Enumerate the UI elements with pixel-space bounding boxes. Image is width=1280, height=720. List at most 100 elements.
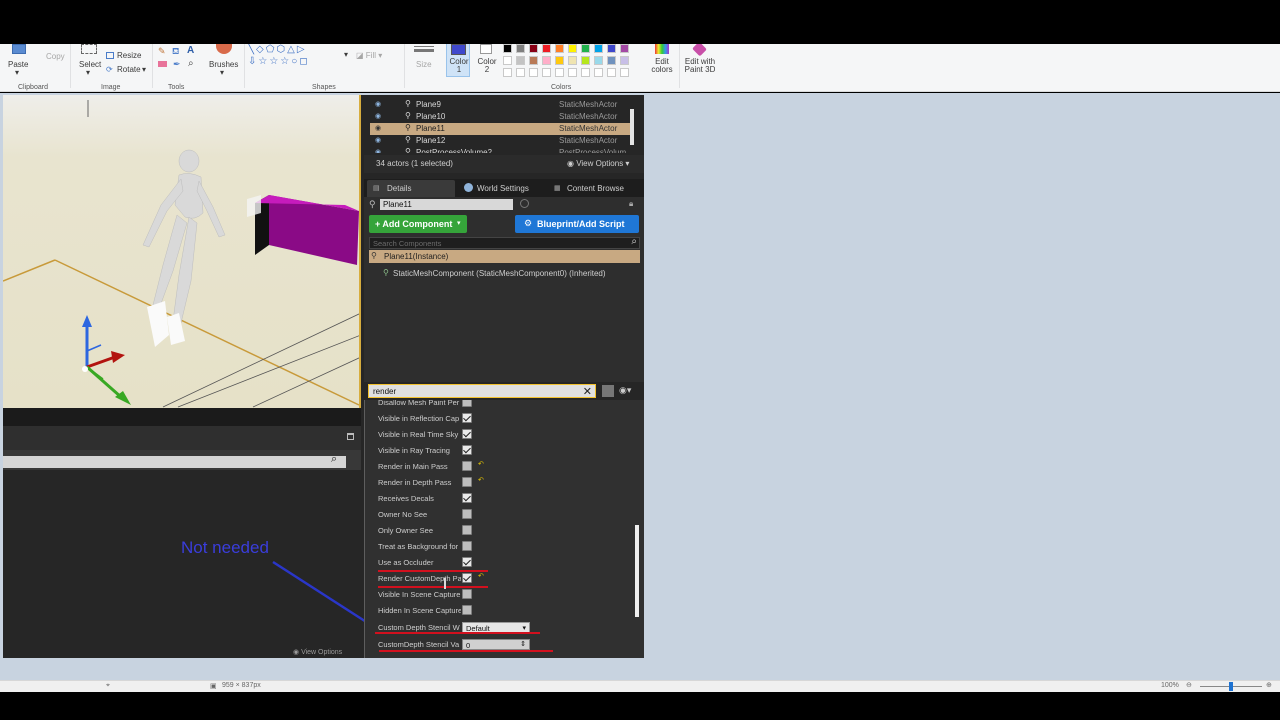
palette-swatch[interactable] (529, 56, 538, 65)
custom-color-slot[interactable] (529, 68, 538, 77)
custom-color-slot[interactable] (542, 68, 551, 77)
palette-swatch[interactable] (503, 56, 512, 65)
palette-swatch[interactable] (607, 56, 616, 65)
actor-name-field[interactable]: Plane11 (380, 199, 513, 210)
component-tree-row[interactable]: ⚲ StaticMeshComponent (StaticMeshCompone… (381, 268, 631, 280)
property-checkbox[interactable] (462, 445, 472, 455)
outliner-row[interactable]: ◉ ⚲ Plane11 StaticMeshActor (370, 123, 630, 135)
paste-button[interactable]: Paste ▾ (6, 44, 32, 78)
resize-button[interactable]: Resize (106, 51, 142, 61)
palette-swatch[interactable] (555, 56, 564, 65)
palette-swatch[interactable] (516, 56, 525, 65)
property-checkbox[interactable] (462, 461, 472, 471)
tab-world-settings[interactable]: World Settings (460, 180, 548, 197)
zoom-slider-thumb[interactable] (1229, 682, 1233, 691)
palette-swatch[interactable] (542, 56, 551, 65)
visibility-eye-icon[interactable]: ◉ (375, 112, 381, 120)
palette-swatch[interactable] (529, 44, 538, 53)
brushes-button[interactable]: Brushes ▾ (208, 44, 240, 78)
outliner-row[interactable]: ◉ ⚲ Plane10 StaticMeshActor (370, 111, 630, 123)
custom-color-slot[interactable] (555, 68, 564, 77)
property-checkbox[interactable] (462, 573, 472, 583)
custom-color-slot[interactable] (503, 68, 512, 77)
reset-to-default-icon[interactable]: ↶ (478, 461, 484, 468)
custom-color-slot[interactable] (620, 68, 629, 77)
eye-options-icon[interactable]: ◉▾ (619, 385, 631, 396)
eraser-icon[interactable] (158, 61, 167, 67)
search-icon[interactable]: ⌕ (331, 453, 337, 466)
properties-scrollbar[interactable] (635, 525, 639, 617)
palette-swatch[interactable] (581, 44, 590, 53)
lower-view-options[interactable]: ◉ View Options (293, 648, 342, 656)
property-checkbox[interactable] (462, 413, 472, 423)
fill-button[interactable]: ◪ Fill ▾ (356, 51, 382, 60)
property-checkbox[interactable] (462, 557, 472, 567)
custom-color-slot[interactable] (594, 68, 603, 77)
outliner-scrollbar[interactable] (630, 109, 634, 145)
lock-icon[interactable] (347, 433, 354, 440)
lock-icon[interactable]: 🔒︎ (629, 199, 633, 209)
reset-to-default-icon[interactable]: ↶ (478, 573, 484, 580)
property-checkbox[interactable] (462, 525, 472, 535)
shapes-scroll-icon[interactable]: ▾ (344, 50, 348, 59)
color1-button[interactable]: Color 1 (446, 44, 470, 77)
property-checkbox[interactable] (462, 493, 472, 503)
zoom-in-icon[interactable]: ⊕ (1266, 681, 1272, 689)
outliner-view-options[interactable]: ◉ View Options ▾ (567, 159, 629, 168)
custom-color-slot[interactable] (607, 68, 616, 77)
tab-details[interactable]: ▤ Details (367, 180, 455, 197)
palette-swatch[interactable] (568, 56, 577, 65)
clear-filter-icon[interactable]: ✕ (583, 385, 592, 398)
edit-colors-button[interactable]: Edit colors (649, 44, 675, 78)
property-checkbox[interactable] (462, 589, 472, 599)
pencil-icon[interactable]: ✎ (158, 46, 166, 57)
property-checkbox[interactable] (462, 605, 472, 615)
outliner-row[interactable]: ◉ ⚲ Plane9 StaticMeshActor (370, 99, 630, 111)
visibility-eye-icon[interactable]: ◉ (375, 136, 381, 144)
magnifier-icon[interactable]: ⌕ (188, 58, 194, 69)
blueprint-button[interactable]: ⚙ Blueprint/Add Script (515, 215, 639, 233)
palette-swatch[interactable] (503, 44, 512, 53)
visibility-eye-icon[interactable]: ◉ (375, 100, 381, 108)
custom-color-slot[interactable] (568, 68, 577, 77)
stencil-value-input[interactable]: 0 ⇕ (462, 639, 530, 650)
text-icon[interactable]: A (187, 45, 194, 56)
palette-swatch[interactable] (620, 44, 629, 53)
reset-to-default-icon[interactable]: ↶ (478, 477, 484, 484)
edit-paint3d-button[interactable]: Edit with Paint 3D (682, 44, 718, 78)
outliner-row[interactable]: ◉ ⚲ Plane12 StaticMeshActor (370, 135, 630, 147)
search-components-input[interactable]: Search Components ⌕ (369, 236, 640, 249)
color2-button[interactable]: Color 2 (475, 44, 499, 78)
level-viewport[interactable] (3, 95, 361, 408)
rotate-button[interactable]: ⟳ Rotate ▾ (106, 65, 148, 75)
palette-swatch[interactable] (555, 44, 564, 53)
palette-swatch[interactable] (542, 44, 551, 53)
add-component-button[interactable]: + Add Component ▾ (369, 215, 467, 233)
palette-swatch[interactable] (581, 56, 590, 65)
component-instance-row[interactable]: ⚲ Plane11(Instance) (369, 250, 640, 263)
lower-search-box[interactable] (3, 456, 346, 468)
property-checkbox[interactable] (462, 429, 472, 439)
palette-swatch[interactable] (594, 56, 603, 65)
palette-swatch[interactable] (607, 44, 616, 53)
palette-swatch[interactable] (568, 44, 577, 53)
copy-button[interactable]: Copy (46, 52, 65, 61)
property-checkbox[interactable] (462, 509, 472, 519)
custom-color-slot[interactable] (581, 68, 590, 77)
color-picker-icon[interactable]: ✒ (173, 59, 181, 70)
shapes-gallery[interactable]: ╲◇⬠⬡△▷ ⇩☆☆☆○◻ (248, 44, 344, 78)
fill-bucket-icon[interactable]: ⛾ (172, 46, 179, 58)
grid-view-icon[interactable] (602, 385, 614, 397)
search-icon[interactable]: ⌕ (631, 236, 637, 247)
transform-gizmo[interactable] (82, 315, 131, 405)
palette-swatch[interactable] (594, 44, 603, 53)
custom-color-slot[interactable] (516, 68, 525, 77)
select-button[interactable]: Select ▾ (78, 44, 101, 78)
palette-swatch[interactable] (620, 56, 629, 65)
property-filter-input[interactable]: render ✕ (368, 384, 596, 398)
property-checkbox[interactable] (462, 477, 472, 487)
tab-content-browser[interactable]: ▦ Content Browse (552, 180, 644, 197)
size-button[interactable]: Size (412, 44, 436, 78)
zoom-out-icon[interactable]: ⊖ (1186, 681, 1192, 689)
palette-swatch[interactable] (516, 44, 525, 53)
